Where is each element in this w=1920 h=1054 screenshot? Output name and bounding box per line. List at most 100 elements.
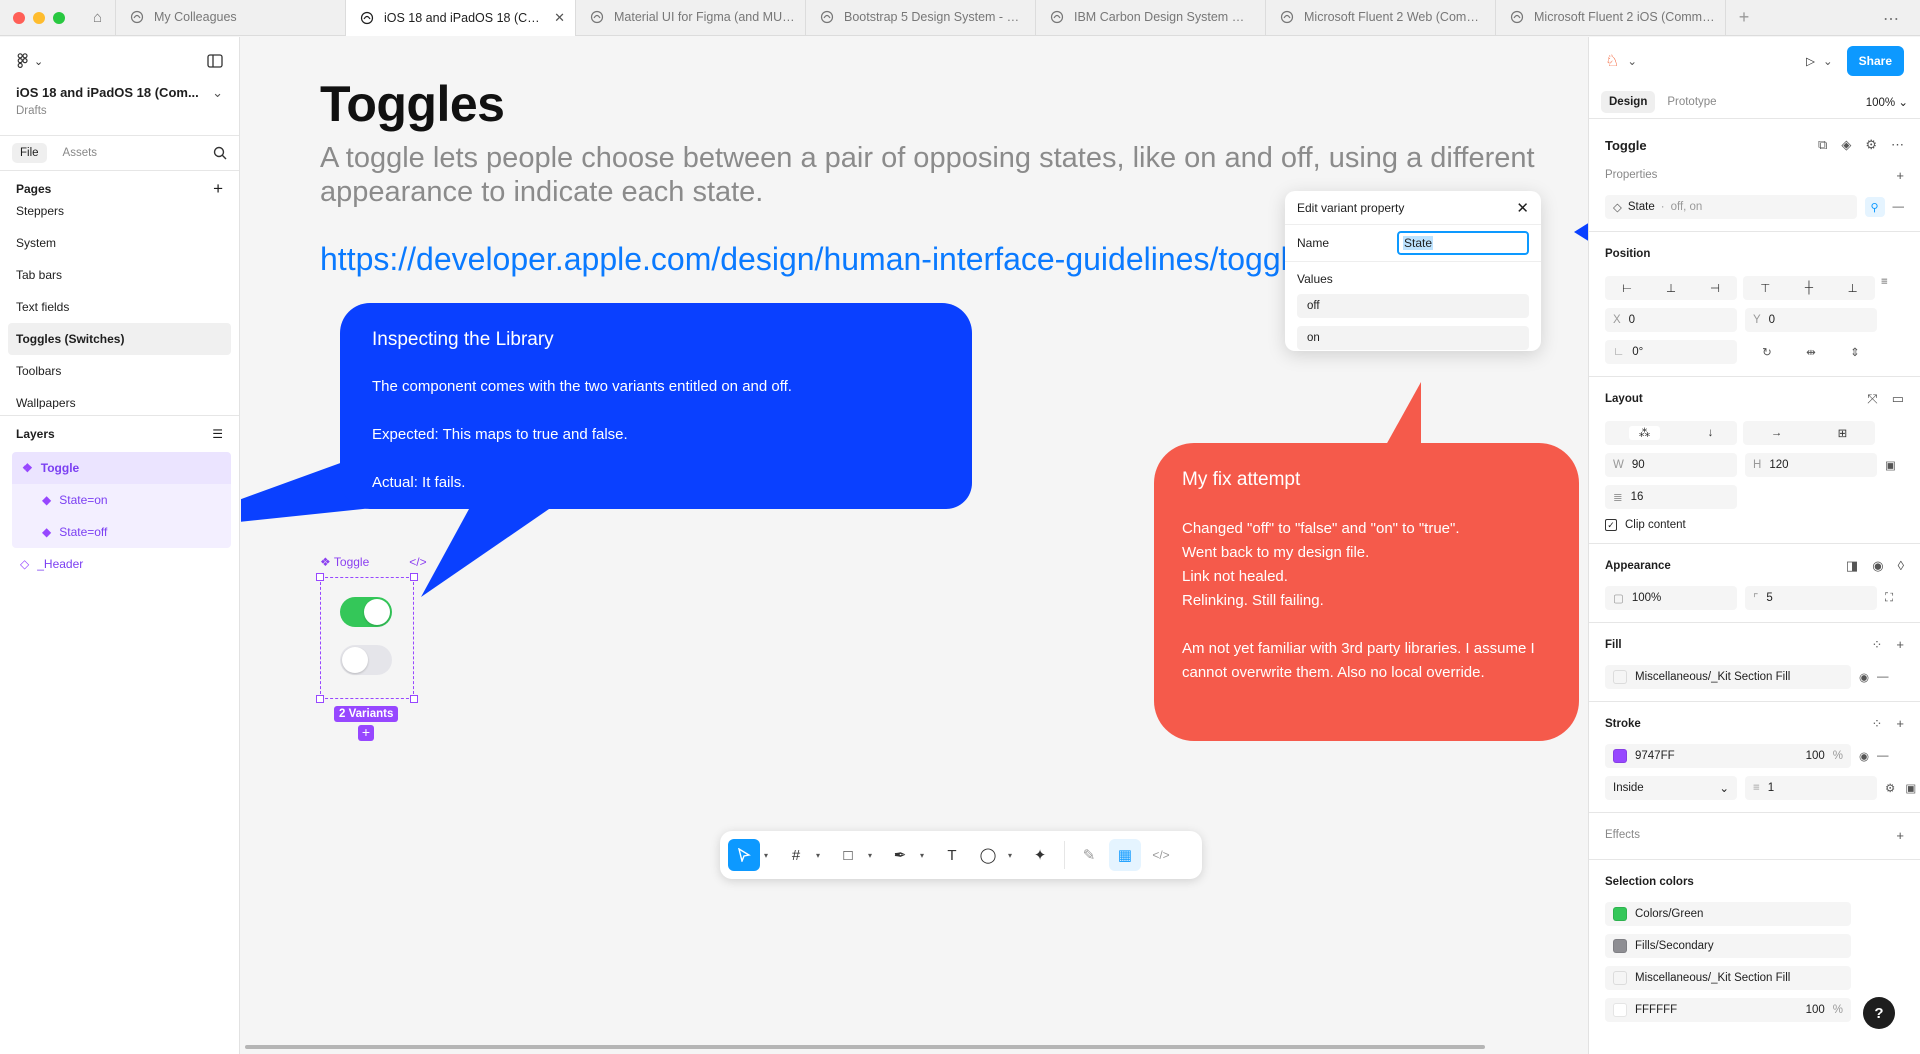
- chevron-down-icon[interactable]: ⌄: [1823, 54, 1833, 68]
- align-right-icon[interactable]: ⊣: [1710, 281, 1720, 295]
- page-item[interactable]: Text fields: [0, 291, 239, 323]
- file-name[interactable]: iOS 18 and iPadOS 18 (Com... ⌄: [0, 85, 239, 101]
- variable-icon[interactable]: ◨: [1846, 558, 1858, 574]
- eye-icon[interactable]: ◉: [1872, 558, 1883, 574]
- selection-color-field[interactable]: Fills/Secondary: [1605, 934, 1851, 958]
- design-mode-button[interactable]: ▦: [1109, 839, 1141, 871]
- eye-icon[interactable]: ◉: [1859, 670, 1869, 684]
- stroke-sides-icon[interactable]: ▣: [1905, 781, 1916, 795]
- add-stroke-icon[interactable]: +: [1896, 716, 1904, 732]
- stroke-position-select[interactable]: Inside ⌄: [1605, 776, 1737, 800]
- opacity-field[interactable]: ▢ 100%: [1605, 586, 1737, 610]
- file-tab[interactable]: Bootstrap 5 Design System - UI Kit: [806, 0, 1036, 35]
- share-button[interactable]: Share: [1846, 46, 1904, 76]
- page-item[interactable]: Tab bars: [0, 259, 239, 291]
- shape-tool-button[interactable]: □: [832, 839, 864, 871]
- variant-value-field[interactable]: off: [1297, 294, 1529, 318]
- page-item[interactable]: Wallpapers: [0, 387, 239, 409]
- detach-icon[interactable]: ⧉: [1818, 137, 1827, 153]
- freeform-icon[interactable]: ⁂: [1628, 426, 1661, 440]
- user-avatar[interactable]: ♘: [1605, 51, 1619, 71]
- main-menu-button[interactable]: ⌄: [16, 53, 43, 69]
- add-variant-button[interactable]: +: [358, 725, 374, 741]
- chevron-down-icon[interactable]: ▾: [920, 851, 932, 860]
- chevron-down-icon[interactable]: ▾: [764, 851, 776, 860]
- y-field[interactable]: Y0: [1745, 308, 1877, 332]
- add-property-icon[interactable]: +: [1896, 168, 1904, 183]
- toggle-on-variant[interactable]: [340, 597, 392, 627]
- minimize-window-button[interactable]: [33, 11, 45, 24]
- align-bottom-icon[interactable]: ⊥: [1848, 281, 1858, 295]
- resize-handle[interactable]: [410, 695, 418, 703]
- layer-item[interactable]: ◆ State=off: [12, 516, 231, 548]
- distribute-icon[interactable]: ≡: [1881, 276, 1888, 300]
- more-icon[interactable]: ⋯: [1891, 137, 1904, 153]
- toggle-sidebar-icon[interactable]: [207, 54, 223, 68]
- stroke-settings-icon[interactable]: ⚙: [1885, 781, 1895, 795]
- hig-link[interactable]: https://developer.apple.com/design/human…: [320, 241, 1322, 278]
- layers-menu-icon[interactable]: ☰: [212, 427, 223, 441]
- file-tab[interactable]: iOS 18 and iPadOS 18 (Community) ✕: [346, 0, 576, 36]
- variant-property-field[interactable]: ◇ State · off, on: [1605, 195, 1857, 219]
- layer-item[interactable]: ◆ State=on: [12, 484, 231, 516]
- file-tab[interactable]: IBM Carbon Design System — White theme: [1036, 0, 1266, 35]
- present-icon[interactable]: ▷: [1806, 54, 1815, 68]
- align-left-icon[interactable]: ⊢: [1622, 281, 1632, 295]
- close-icon[interactable]: ✕: [554, 10, 565, 26]
- zoom-level[interactable]: 100% ⌄: [1866, 95, 1908, 109]
- file-tab[interactable]: Microsoft Fluent 2 Web (Community): [1266, 0, 1496, 35]
- toggle-off-variant[interactable]: [340, 645, 392, 675]
- fill-style-field[interactable]: Miscellaneous/_Kit Section Fill: [1605, 665, 1851, 689]
- selection-color-field[interactable]: Miscellaneous/_Kit Section Fill: [1605, 966, 1851, 990]
- layout-direction-group-b[interactable]: → ⊞: [1743, 421, 1875, 445]
- search-icon[interactable]: [213, 146, 227, 160]
- red-note[interactable]: My fix attempt Changed "off" to "false" …: [1154, 443, 1579, 741]
- tab-prototype[interactable]: Prototype: [1659, 91, 1724, 113]
- new-tab-button[interactable]: +: [1726, 7, 1762, 28]
- comment-tool-button[interactable]: ◯: [972, 839, 1004, 871]
- grid-layout-icon[interactable]: ⊞: [1838, 426, 1848, 440]
- constrain-proportions-icon[interactable]: ▣: [1885, 458, 1905, 472]
- add-page-icon[interactable]: +: [213, 179, 223, 199]
- stroke-color-field[interactable]: 9747FF 100 %: [1605, 744, 1851, 768]
- gap-field[interactable]: ≣ 16: [1605, 485, 1737, 509]
- chevron-down-icon[interactable]: ▾: [1008, 851, 1020, 860]
- vertical-align-group[interactable]: ⊤ ┼ ⊥: [1743, 276, 1875, 300]
- remove-property-icon[interactable]: —: [1893, 201, 1905, 213]
- variant-value-field[interactable]: on: [1297, 326, 1529, 350]
- close-icon[interactable]: ✕: [1516, 199, 1529, 217]
- page-item[interactable]: Steppers: [0, 195, 239, 227]
- page-item[interactable]: System: [0, 227, 239, 259]
- canvas[interactable]: Toggles A toggle lets people choose betw…: [241, 37, 1588, 1054]
- chevron-down-icon[interactable]: ⌄: [1627, 54, 1637, 68]
- horizontal-scrollbar[interactable]: [245, 1045, 1485, 1049]
- rotate-icon[interactable]: ↻: [1762, 345, 1772, 359]
- pen-tool-button[interactable]: ✒: [884, 839, 916, 871]
- selection-color-field[interactable]: Colors/Green: [1605, 902, 1851, 926]
- chevron-down-icon[interactable]: ▾: [868, 851, 880, 860]
- remove-fill-icon[interactable]: —: [1877, 671, 1889, 683]
- file-tab[interactable]: My Colleagues: [116, 0, 346, 35]
- styles-icon[interactable]: ⁘: [1872, 716, 1883, 732]
- blue-note[interactable]: Inspecting the Library The component com…: [340, 303, 972, 509]
- height-field[interactable]: H 120: [1745, 453, 1877, 477]
- x-field[interactable]: X0: [1605, 308, 1737, 332]
- clip-content-checkbox[interactable]: ✓ Clip content: [1605, 519, 1904, 531]
- component-set-label[interactable]: ❖ Toggle </>: [320, 555, 427, 569]
- tab-assets[interactable]: Assets: [55, 143, 106, 163]
- ai-tool-button[interactable]: ✦: [1024, 839, 1056, 871]
- tab-file[interactable]: File: [12, 143, 47, 163]
- drop-icon[interactable]: ◊: [1898, 558, 1904, 574]
- flip-vertical-icon[interactable]: ⇕: [1850, 345, 1860, 359]
- resize-handle[interactable]: [316, 573, 324, 581]
- corner-radius-field[interactable]: ⌜ 5: [1745, 586, 1877, 610]
- rotation-field[interactable]: ∟ 0°: [1605, 340, 1737, 364]
- collapse-icon[interactable]: ⤧: [1867, 391, 1877, 407]
- close-window-button[interactable]: [13, 11, 25, 24]
- home-icon[interactable]: ⌂: [80, 0, 116, 36]
- selection-color-field[interactable]: FFFFFF 100%: [1605, 998, 1851, 1022]
- stroke-width-field[interactable]: ≡ 1: [1745, 776, 1877, 800]
- zoom-window-button[interactable]: [53, 11, 65, 24]
- tab-design[interactable]: Design: [1601, 90, 1656, 113]
- move-tool-button[interactable]: [728, 839, 760, 871]
